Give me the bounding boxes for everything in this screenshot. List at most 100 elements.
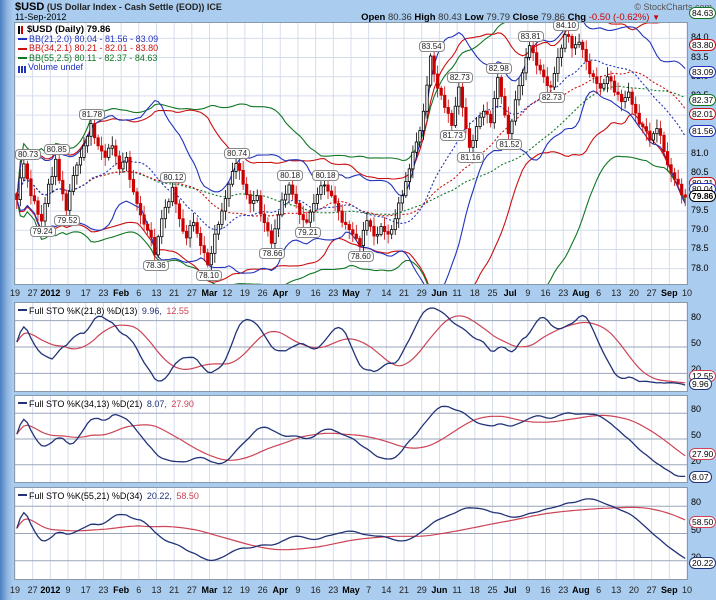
sto1-k-value: 9.96, <box>142 306 162 316</box>
sto1-swatch-icon <box>18 309 27 311</box>
price-annotation: 80.74 <box>224 148 250 159</box>
price-annotation: 83.81 <box>518 31 544 42</box>
x-axis-tick-label: Jul <box>504 288 517 298</box>
y-axis-tick-label: 80 <box>691 312 701 322</box>
price-annotation: 82.98 <box>486 63 512 74</box>
stochastic-pane-1: Full STO %K(21,8) %D(13) 9.96, 12.55 <box>14 302 688 392</box>
stochastic-1-legend: Full STO %K(21,8) %D(13) 9.96, 12.55 <box>18 305 189 317</box>
x-axis-tick-label: Apr <box>273 288 289 298</box>
price-annotation: 79.24 <box>30 226 56 237</box>
x-axis-tick-label: 29 <box>417 288 427 298</box>
x-axis-tick-label: 7 <box>366 585 371 595</box>
stochastic-2-legend: Full STO %K(34,13) %D(21) 8.07, 27.90 <box>18 398 194 410</box>
legend-bb34-text: BB(34,2.1) 80.21 - 82.01 - 83.80 <box>29 43 158 53</box>
stochastic-3-legend: Full STO %K(55,21) %D(34) 20.22, 58.50 <box>18 490 199 502</box>
y-axis-value-box: 83.09 <box>689 66 716 78</box>
x-axis-tick-label: 27 <box>28 288 38 298</box>
x-axis-tick-label: 18 <box>470 288 480 298</box>
x-axis-tick-label: 21 <box>399 288 409 298</box>
x-axis-tick-label: Feb <box>113 585 129 595</box>
x-axis-tick-label: 16 <box>541 585 551 595</box>
x-axis-tick-label: 27 <box>647 288 657 298</box>
x-axis-tick-label: May <box>342 585 360 595</box>
x-axis-tick-label: 2012 <box>40 585 60 595</box>
x-axis-tick-label: 19 <box>240 585 250 595</box>
x-axis-tick-label: 21 <box>169 585 179 595</box>
price-annotation: 78.60 <box>348 251 374 262</box>
price-annotation: 80.73 <box>15 149 41 160</box>
left-gradient-strip <box>0 0 13 600</box>
x-axis-tick-label: 27 <box>187 585 197 595</box>
x-axis-tick-label: 6 <box>136 288 141 298</box>
x-axis-tick-label: 14 <box>381 585 391 595</box>
x-axis-tick-label: 19 <box>240 288 250 298</box>
x-axis-tick-label: 17 <box>81 288 91 298</box>
x-axis-tick-label: 9 <box>525 585 530 595</box>
x-axis-tick-label: 12 <box>222 585 232 595</box>
x-axis-tick-label: 13 <box>151 288 161 298</box>
sto3-legend-text: Full STO %K(55,21) %D(34) <box>29 491 142 501</box>
x-axis-tick-label: 16 <box>541 288 551 298</box>
x-axis-tick-label: 13 <box>151 585 161 595</box>
sto1-legend-text: Full STO %K(21,8) %D(13) <box>29 306 137 316</box>
x-axis-tick-label: Sep <box>661 585 678 595</box>
price-annotation: 82.73 <box>539 92 565 103</box>
sto2-k-value: 8.07, <box>147 399 167 409</box>
x-axis-tick-label: Mar <box>202 585 218 595</box>
x-axis-tick-label: 16 <box>311 585 321 595</box>
x-axis-tick-label: 23 <box>98 585 108 595</box>
x-axis-tick-label: 14 <box>381 288 391 298</box>
x-axis-tick-label: 16 <box>311 288 321 298</box>
x-axis-tick-label: 23 <box>328 585 338 595</box>
y-axis-tick-label: 79.5 <box>691 205 709 215</box>
y-axis-value-box: 83.80 <box>689 39 716 51</box>
x-axis-tick-label: 26 <box>258 288 268 298</box>
price-annotation: 83.54 <box>419 41 445 52</box>
volume-bars-icon <box>18 66 26 73</box>
x-axis-tick-label: 6 <box>136 585 141 595</box>
price-annotation: 78.10 <box>196 270 222 281</box>
y-axis-tick-label: 78.5 <box>691 243 709 253</box>
legend-volume-row: Volume undef <box>18 63 158 73</box>
y-axis-labels: 84.083.583.082.582.081.581.080.580.079.5… <box>689 0 716 600</box>
bb34-swatch-icon <box>18 48 27 50</box>
price-pane: $USD (Daily) 79.86 BB(21,2.0) 80.04 - 81… <box>14 22 688 285</box>
legend-bb55-text: BB(55,2.5) 80.11 - 82.37 - 84.63 <box>29 53 157 63</box>
x-axis-tick-label: 13 <box>611 585 621 595</box>
y-axis-tick-label: 78.0 <box>691 263 709 273</box>
sto3-k-value: 20.22, <box>147 491 172 501</box>
y-axis-value-box: 27.90 <box>689 448 716 460</box>
legend-bb21-text: BB(21,2.0) 80.04 - 81.56 - 83.09 <box>29 34 158 44</box>
sto2-d-value: 27.90 <box>171 399 194 409</box>
price-annotation: 81.78 <box>79 109 105 120</box>
x-axis-tick-label: 2012 <box>40 288 60 298</box>
x-axis-tick-label: Apr <box>273 585 289 595</box>
x-axis-tick-label: 12 <box>222 288 232 298</box>
bb55-swatch-icon <box>18 57 27 59</box>
x-axis-tick-label: 9 <box>66 585 71 595</box>
x-axis-tick-label: Jul <box>504 585 517 595</box>
x-axis-tick-label: 29 <box>417 585 427 595</box>
y-axis-tick-label: 50 <box>691 338 701 348</box>
price-annotation: 81.52 <box>496 139 522 150</box>
x-axis-tick-label: 27 <box>28 585 38 595</box>
price-legend: $USD (Daily) 79.86 BB(21,2.0) 80.04 - 81… <box>18 25 158 73</box>
y-axis-tick-label: 83.5 <box>691 52 709 62</box>
y-axis-tick-label: 80 <box>691 497 701 507</box>
x-axis-tick-label: 19 <box>10 288 20 298</box>
y-axis-value-box: 8.07 <box>689 471 712 483</box>
x-axis-tick-label: 23 <box>328 288 338 298</box>
x-axis-tick-label: Aug <box>572 585 590 595</box>
stochastic-pane-3: Full STO %K(55,21) %D(34) 20.22, 58.50 <box>14 487 688 580</box>
y-axis-value-box: 20.22 <box>689 557 716 569</box>
legend-volume-text: Volume undef <box>28 62 83 72</box>
x-axis-tick-label: May <box>342 288 360 298</box>
y-axis-value-box: 58.50 <box>689 516 716 528</box>
x-axis-tick-label: 23 <box>98 288 108 298</box>
x-axis-tick-label: 9 <box>66 288 71 298</box>
x-axis-tick-label: 6 <box>596 288 601 298</box>
x-axis-tick-label: 11 <box>452 585 461 595</box>
sto3-swatch-icon <box>18 494 27 496</box>
x-axis-tick-label: 23 <box>558 585 568 595</box>
x-axis-tick-label: 26 <box>258 585 268 595</box>
